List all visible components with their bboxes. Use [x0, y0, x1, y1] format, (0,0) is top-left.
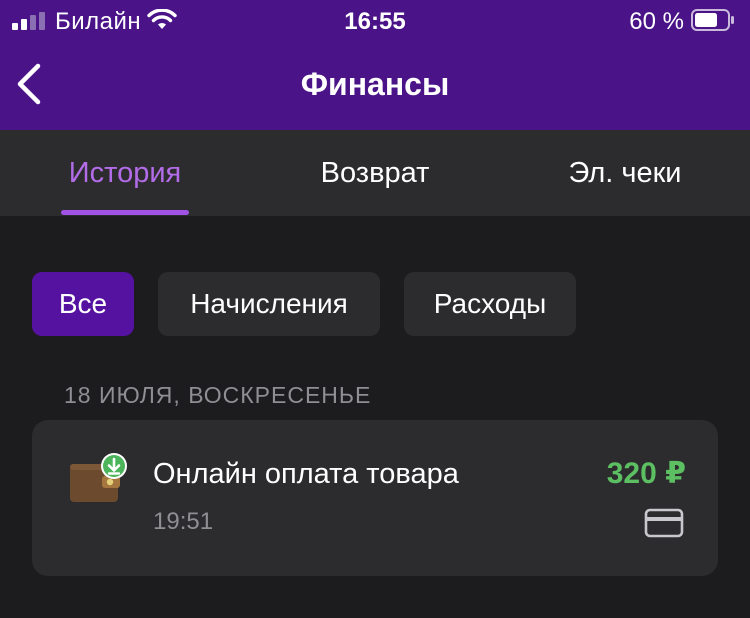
transaction-time: 19:51	[153, 508, 214, 535]
active-tab-indicator	[61, 210, 189, 215]
header-background: Билайн 16:55 60 % Финансы	[0, 0, 750, 130]
battery-icon	[691, 9, 734, 31]
transaction-amount: 320 ₽	[606, 457, 686, 490]
filter-all-chip[interactable]: Все	[32, 272, 134, 336]
status-bar: Билайн 16:55 60 %	[0, 0, 750, 42]
back-button[interactable]	[10, 60, 54, 108]
tab-e-receipts[interactable]: Эл. чеки	[550, 130, 700, 216]
tab-bar: История Возврат Эл. чеки	[0, 130, 750, 216]
chevron-left-icon	[17, 63, 41, 105]
date-section-header: 18 ИЮЛЯ, ВОСКРЕСЕНЬЕ	[64, 382, 372, 408]
navigation-bar: Финансы	[0, 42, 750, 130]
page-title: Финансы	[300, 66, 450, 102]
filter-accruals-chip[interactable]: Начисления	[158, 272, 380, 336]
transaction-title: Онлайн оплата товара	[153, 458, 459, 490]
finance-screen: Билайн 16:55 60 % Финансы История Возвра…	[0, 0, 750, 618]
tab-refund[interactable]: Возврат	[300, 130, 450, 216]
battery-percentage: 60 %	[629, 8, 684, 35]
transaction-card[interactable]: Онлайн оплата товара 19:51 320 ₽	[32, 420, 718, 576]
filter-expenses-chip[interactable]: Расходы	[404, 272, 576, 336]
tab-history[interactable]: История	[48, 130, 202, 216]
wallet-download-icon	[70, 453, 127, 502]
credit-card-icon	[644, 508, 684, 538]
